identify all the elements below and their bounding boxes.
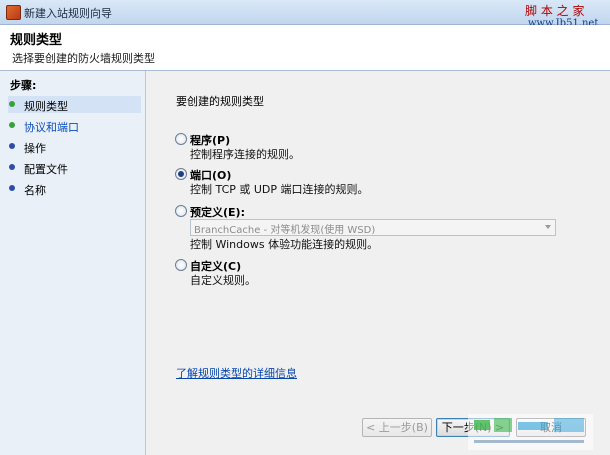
radio-port[interactable] <box>175 168 187 180</box>
main-pane: 要创建的规则类型 程序(P) 控制程序连接的规则。 端口(O) 控制 TCP 或… <box>146 71 610 455</box>
steps-title: 步骤: <box>10 79 37 92</box>
option-custom-desc: 自定义规则。 <box>190 274 256 287</box>
step-label: 规则类型 <box>24 100 68 113</box>
predefined-select[interactable]: BranchCache - 对等机发现(使用 WSD) <box>190 219 556 236</box>
option-predefined-label[interactable]: 预定义(E): <box>190 204 245 220</box>
option-port-desc: 控制 TCP 或 UDP 端口连接的规则。 <box>190 183 369 196</box>
firewall-icon <box>6 5 21 20</box>
step-profile[interactable]: 配置文件 <box>8 159 141 176</box>
watermark-logo <box>468 414 593 450</box>
step-protocol-port[interactable]: 协议和端口 <box>8 117 141 134</box>
step-bullet-icon <box>9 164 15 170</box>
step-bullet-icon <box>9 143 15 149</box>
step-rule-type[interactable]: 规则类型 <box>8 96 141 113</box>
step-bullet-icon <box>9 122 15 128</box>
radio-predefined[interactable] <box>175 205 187 217</box>
step-label: 配置文件 <box>24 163 68 176</box>
learn-more-link[interactable]: 了解规则类型的详细信息 <box>176 365 297 381</box>
predefined-select-value: BranchCache - 对等机发现(使用 WSD) <box>194 225 376 236</box>
step-label: 操作 <box>24 142 46 155</box>
page-subtitle: 选择要创建的防火墙规则类型 <box>12 52 155 65</box>
steps-pane: 步骤: 规则类型 协议和端口 操作 配置文件 名称 <box>0 71 146 455</box>
wizard-header: 规则类型 选择要创建的防火墙规则类型 <box>0 25 610 71</box>
radio-program[interactable] <box>175 133 187 145</box>
watermark-site: 脚 本 之 家 <box>525 4 585 18</box>
step-label: 名称 <box>24 184 46 197</box>
option-predefined-desc: 控制 Windows 体验功能连接的规则。 <box>190 238 379 251</box>
option-program-desc: 控制程序连接的规则。 <box>190 148 300 161</box>
window-title: 新建入站规则向导 <box>24 7 112 20</box>
step-bullet-icon <box>9 101 15 107</box>
step-action[interactable]: 操作 <box>8 138 141 155</box>
title-bar: 新建入站规则向导 脚 本 之 家 www.Jb51.net <box>0 0 610 29</box>
back-button[interactable]: < 上一步(B) <box>362 418 432 437</box>
chevron-down-icon <box>545 225 551 229</box>
page-title: 规则类型 <box>10 33 63 48</box>
rule-type-question: 要创建的规则类型 <box>176 95 264 108</box>
step-name[interactable]: 名称 <box>8 180 141 197</box>
step-label: 协议和端口 <box>24 121 79 134</box>
step-bullet-icon <box>9 185 15 191</box>
radio-custom[interactable] <box>175 259 187 271</box>
